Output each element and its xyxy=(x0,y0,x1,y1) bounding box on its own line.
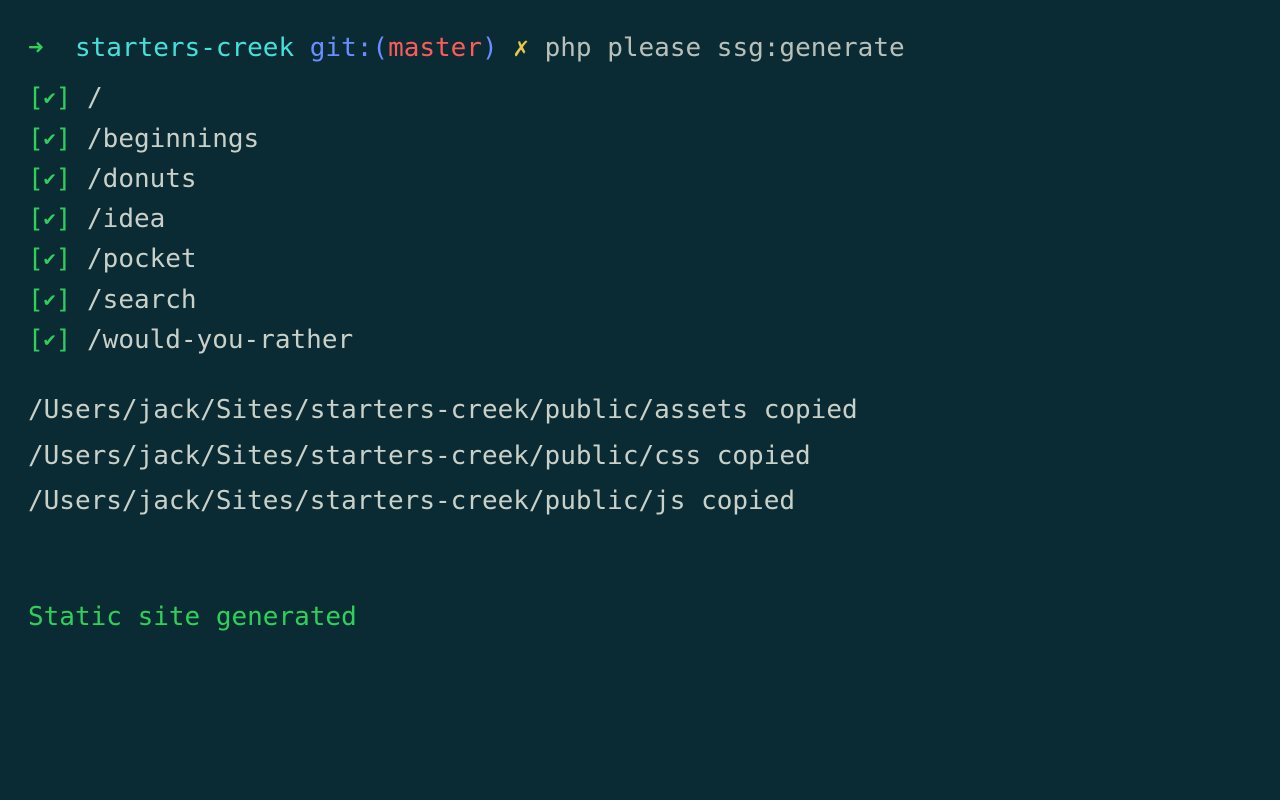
generated-routes-list: [✔] / [✔] /beginnings [✔] /donuts [✔] /i… xyxy=(28,78,1252,360)
copied-assets-list: /Users/jack/Sites/starters-creek/public/… xyxy=(28,388,1252,525)
check-icon: ✔ xyxy=(44,123,56,154)
copied-line: /Users/jack/Sites/starters-creek/public/… xyxy=(28,434,1252,480)
check-icon: ✔ xyxy=(44,82,56,113)
check-open: [ xyxy=(28,244,44,274)
prompt-dirty-icon: ✗ xyxy=(513,33,529,63)
route-path: /donuts xyxy=(87,164,197,194)
check-open: [ xyxy=(28,285,44,315)
check-close: ] xyxy=(56,83,72,113)
check-icon: ✔ xyxy=(44,284,56,315)
route-row: [✔] /beginnings xyxy=(28,119,1252,159)
copied-line: /Users/jack/Sites/starters-creek/public/… xyxy=(28,479,1252,525)
check-icon: ✔ xyxy=(44,243,56,274)
prompt-git-label: git:( xyxy=(310,33,388,63)
shell-prompt[interactable]: ➜ starters-creek git:(master) ✗ php plea… xyxy=(28,28,1252,68)
prompt-git-close: ) xyxy=(482,33,498,63)
check-close: ] xyxy=(56,124,72,154)
check-icon: ✔ xyxy=(44,324,56,355)
route-row: [✔] / xyxy=(28,78,1252,118)
check-close: ] xyxy=(56,244,72,274)
check-icon: ✔ xyxy=(44,163,56,194)
prompt-command: php please ssg:generate xyxy=(545,33,905,63)
copied-line: /Users/jack/Sites/starters-creek/public/… xyxy=(28,388,1252,434)
route-path: / xyxy=(87,83,103,113)
check-open: [ xyxy=(28,124,44,154)
route-path: /beginnings xyxy=(87,124,259,154)
final-status-message: Static site generated xyxy=(28,597,1252,637)
route-path: /pocket xyxy=(87,244,197,274)
prompt-directory: starters-creek xyxy=(75,33,294,63)
check-close: ] xyxy=(56,164,72,194)
check-open: [ xyxy=(28,164,44,194)
check-icon: ✔ xyxy=(44,203,56,234)
check-close: ] xyxy=(56,325,72,355)
route-row: [✔] /search xyxy=(28,280,1252,320)
route-path: /idea xyxy=(87,204,165,234)
check-close: ] xyxy=(56,285,72,315)
prompt-branch: master xyxy=(388,33,482,63)
check-open: [ xyxy=(28,325,44,355)
prompt-arrow-icon: ➜ xyxy=(28,33,44,63)
check-close: ] xyxy=(56,204,72,234)
check-open: [ xyxy=(28,204,44,234)
route-path: /search xyxy=(87,285,197,315)
route-row: [✔] /idea xyxy=(28,199,1252,239)
route-row: [✔] /would-you-rather xyxy=(28,320,1252,360)
route-row: [✔] /pocket xyxy=(28,239,1252,279)
route-row: [✔] /donuts xyxy=(28,159,1252,199)
check-open: [ xyxy=(28,83,44,113)
route-path: /would-you-rather xyxy=(87,325,353,355)
